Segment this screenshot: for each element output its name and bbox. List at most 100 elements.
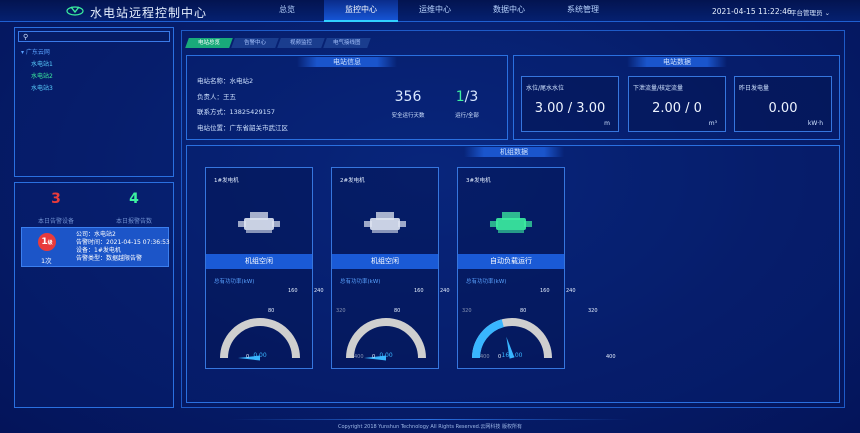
power-label: 总有功功率(kW) <box>466 279 507 285</box>
gauge-tick: 80 <box>520 308 527 314</box>
data-label: 昨日发电量 <box>739 85 770 92</box>
top-bar: 水电站远程控制中心 总览 监控中心 运维中心 数据中心 系统管理 2021-04… <box>0 0 860 22</box>
data-label: 下泄流量/核定流量 <box>633 85 684 92</box>
gauge-value: 0.00 <box>379 352 393 359</box>
nav-data-center[interactable]: 数据中心 <box>472 0 546 22</box>
today-report-count: 4 <box>129 191 139 207</box>
station-phone: 联系方式：13825429157 <box>197 108 275 116</box>
power-label: 总有功功率(kW) <box>214 279 255 285</box>
tab-video-monitor[interactable]: 视频监控 <box>277 38 325 48</box>
chevron-down-icon: ⌄ <box>824 9 831 17</box>
tab-alarm-center[interactable]: 告警中心 <box>231 38 279 48</box>
flow-card: 下泄流量/核定流量 2.00 / 0 m³ <box>628 76 726 132</box>
data-value: 2.00 / 0 <box>652 101 702 116</box>
generator-status: 机组空闲 <box>332 254 438 269</box>
safe-days-value: 356 <box>394 89 422 105</box>
tree-item-station-1[interactable]: 水电站1 <box>21 59 53 71</box>
generator-card-1[interactable]: 1#发电机 机组空闲 总有功功率(kW) 0 80 160 240 320 400 0 <box>205 167 364 369</box>
data-label: 水位/尾水水位 <box>526 85 565 92</box>
generator-card-2[interactable]: 2#发电机 机组空闲 总有功功率(kW) 0 80 160 240 320 400 0 <box>331 167 490 369</box>
tab-station-overview[interactable]: 电站总览 <box>185 38 233 48</box>
generator-icon <box>490 212 532 233</box>
today-report-label: 本日报警告数 <box>115 218 152 225</box>
tree-root[interactable]: ▾ 广东云网 <box>21 47 53 59</box>
generator-name: 1#发电机 <box>214 178 239 184</box>
power-gauge: 0 80 160 240 320 400 0.00 <box>208 286 364 366</box>
logo-icon <box>66 6 84 16</box>
alarm-panel: 3 本日告警设备 4 本日报警告数 1级 1次 公司：水电站2 告警时间：202… <box>14 182 174 408</box>
running-ratio: 1/3 <box>442 89 492 105</box>
station-name: 电站名称：水电站2 <box>197 77 254 85</box>
generator-icon <box>364 212 406 233</box>
station-location: 电站位置：广东省韶关市武江区 <box>197 123 288 132</box>
alarm-company: 公司：水电站2 <box>76 231 116 238</box>
gauge-tick: 160 <box>540 288 550 294</box>
generator-icon <box>238 212 280 233</box>
nav-system-management[interactable]: 系统管理 <box>546 0 620 22</box>
alarm-details: 公司：水电站2 告警时间：2021-04-15 07:36:53 设备：1#发电… <box>76 231 170 263</box>
alarm-level-badge: 1级 <box>38 233 56 251</box>
generator-name: 2#发电机 <box>340 178 365 184</box>
station-manager: 负责人：王五 <box>197 92 236 101</box>
tab-wiring-diagram[interactable]: 电气接线图 <box>323 38 371 48</box>
alarm-card[interactable]: 1级 1次 公司：水电站2 告警时间：2021-04-15 07:36:53 设… <box>21 227 170 267</box>
data-unit: m <box>604 120 610 127</box>
user-name: 平台管理员 <box>790 9 823 17</box>
alarm-type: 告警类型：数据越限告警 <box>76 255 143 262</box>
station-data-panel: 电站数据 水位/尾水水位 3.00 / 3.00 m 下泄流量/核定流量 2.0… <box>513 55 840 140</box>
gauge-value: 0.00 <box>253 352 267 359</box>
gauge-tick: 80 <box>394 308 401 314</box>
nav-overview[interactable]: 总览 <box>250 0 324 22</box>
gauge-tick: 160 <box>414 288 424 294</box>
tab-label: 视频监控 <box>289 40 312 46</box>
generator-name: 3#发电机 <box>466 178 491 184</box>
gauge-tick: 160 <box>288 288 298 294</box>
user-menu[interactable]: 平台管理员 ⌄ <box>790 7 830 17</box>
today-alarm-stat: 3 本日告警设备 <box>21 191 91 225</box>
data-unit: kW·h <box>807 120 823 127</box>
gauge-tick: 240 <box>566 288 576 294</box>
gauge-value: 167.00 <box>501 352 523 359</box>
water-level-card: 水位/尾水水位 3.00 / 3.00 m <box>521 76 619 132</box>
gauge-tick: 80 <box>268 308 275 314</box>
tree-root-label: 广东云网 <box>25 49 50 56</box>
tree-item-station-2[interactable]: 水电站2 <box>21 71 53 83</box>
station-data-title: 电站数据 <box>627 57 727 67</box>
today-alarm-count: 3 <box>51 191 61 207</box>
station-info-panel: 电站信息 电站名称：水电站2 负责人：王五 联系方式：13825429157 电… <box>186 55 508 140</box>
generator-card-3[interactable]: 3#发电机 自动负载运行 总有功功率(kW) 0 80 160 240 320 400 <box>457 167 616 369</box>
station-tree-panel: ⚲ ▾ 广东云网 水电站1 水电站2 水电站3 <box>14 27 174 177</box>
power-label: 总有功功率(kW) <box>340 279 381 285</box>
unit-data-title: 机组数据 <box>464 147 564 157</box>
running-label: 运行/全部 <box>455 113 479 119</box>
alarm-time: 告警时间：2021-04-15 07:36:53 <box>76 239 170 246</box>
safe-days-label: 安全运行天数 <box>391 113 425 119</box>
generator-status: 机组空闲 <box>206 254 312 269</box>
nav-monitor-center[interactable]: 监控中心 <box>324 0 398 22</box>
yesterday-energy-card: 昨日发电量 0.00 kW·h <box>734 76 832 132</box>
total-count: /3 <box>464 89 479 105</box>
alarm-level-suffix: 级 <box>47 240 53 246</box>
tree-item-station-3[interactable]: 水电站3 <box>21 83 53 95</box>
generator-status: 自动负载运行 <box>458 254 564 269</box>
tab-label: 电站总览 <box>197 40 220 46</box>
datetime: 2021-04-15 11:22:46 <box>712 7 792 16</box>
search-icon: ⚲ <box>23 33 29 41</box>
today-report-stat: 4 本日报警告数 <box>99 191 169 225</box>
power-gauge: 0 80 160 240 320 400 0.00 <box>334 286 490 366</box>
alarm-device: 设备：1#发电机 <box>76 247 121 254</box>
tab-label: 电气接线图 <box>333 40 361 46</box>
gauge-tick: 240 <box>314 288 324 294</box>
station-info-lines: 电站名称：水电站2 负责人：王五 联系方式：13825429157 电站位置：广… <box>197 74 288 136</box>
tab-label: 告警中心 <box>243 40 266 46</box>
nav-operations-center[interactable]: 运维中心 <box>398 0 472 22</box>
station-info-title: 电站信息 <box>297 57 397 67</box>
data-value: 0.00 <box>768 101 798 116</box>
data-unit: m³ <box>708 120 717 127</box>
power-gauge: 0 80 160 240 320 400 167.00 <box>460 286 616 366</box>
running-count: 1 <box>455 89 465 105</box>
app-title: 水电站远程控制中心 <box>90 6 208 20</box>
gauge-tick: 400 <box>606 354 616 360</box>
footer-divider <box>230 419 630 420</box>
search-input[interactable]: ⚲ <box>18 31 170 42</box>
